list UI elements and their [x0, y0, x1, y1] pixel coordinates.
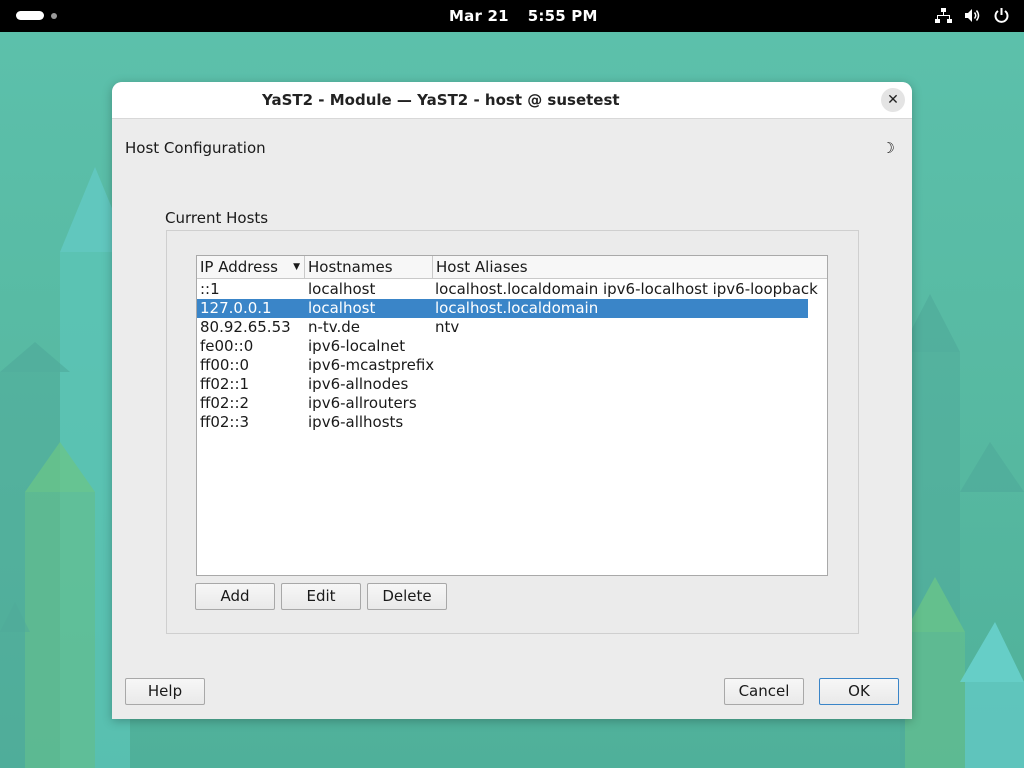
top-bar: Mar 21 5:55 PM	[0, 0, 1024, 32]
clock[interactable]: Mar 21 5:55 PM	[449, 7, 598, 25]
column-header-ip[interactable]: IP Address ▼	[197, 256, 305, 278]
network-icon[interactable]	[935, 7, 952, 24]
table-row[interactable]: ff02::1 ipv6-allnodes	[197, 375, 808, 394]
workspace-indicator-inactive	[51, 12, 57, 19]
cancel-button[interactable]: Cancel	[724, 678, 804, 705]
column-header-aliases[interactable]: Host Aliases	[433, 256, 827, 278]
cell-hostname: localhost	[308, 299, 376, 317]
table-row[interactable]: 80.92.65.53 n-tv.de ntv	[197, 318, 808, 337]
ok-button[interactable]: OK	[819, 678, 899, 705]
cell-ip: ff02::3	[200, 413, 250, 431]
table-row[interactable]: ::1 localhost localhost.localdomain ipv6…	[197, 280, 818, 299]
cell-hostname: ipv6-allrouters	[308, 394, 417, 412]
close-button[interactable]: ✕	[881, 88, 905, 112]
table-row[interactable]: fe00::0 ipv6-localnet	[197, 337, 808, 356]
workspace-indicator-active	[16, 11, 44, 20]
table-row[interactable]: ff00::0 ipv6-mcastprefix	[197, 356, 808, 375]
dialog-heading: Host Configuration	[125, 139, 266, 157]
edit-button[interactable]: Edit	[281, 583, 361, 610]
current-hosts-label: Current Hosts	[165, 209, 269, 227]
table-row[interactable]: ff02::2 ipv6-allrouters	[197, 394, 808, 413]
cell-aliases: localhost.localdomain	[435, 299, 599, 317]
add-button[interactable]: Add	[195, 583, 275, 610]
table-body: ::1 localhost localhost.localdomain ipv6…	[197, 280, 827, 432]
hosts-table[interactable]: IP Address ▼ Hostnames Host Aliases ::1 …	[196, 255, 828, 576]
power-icon[interactable]	[993, 7, 1010, 24]
help-button[interactable]: Help	[125, 678, 205, 705]
activities-button[interactable]	[16, 11, 57, 20]
cell-hostname: ipv6-allnodes	[308, 375, 409, 393]
column-header-hostnames[interactable]: Hostnames	[305, 256, 433, 278]
current-hosts-group: IP Address ▼ Hostnames Host Aliases ::1 …	[166, 230, 859, 634]
clock-date: Mar 21	[449, 7, 509, 25]
cell-ip: ::1	[200, 280, 220, 298]
sort-descending-icon: ▼	[293, 262, 300, 272]
clock-time: 5:55 PM	[527, 7, 598, 25]
delete-button[interactable]: Delete	[367, 583, 447, 610]
cell-hostname: ipv6-allhosts	[308, 413, 404, 431]
cell-ip: 127.0.0.1	[200, 299, 272, 317]
cell-ip: 80.92.65.53	[200, 318, 291, 336]
cell-ip: fe00::0	[200, 337, 254, 355]
cell-aliases: localhost.localdomain ipv6-localhost ipv…	[435, 280, 818, 298]
yast-window: YaST2 - Module — YaST2 - host @ susetest…	[112, 82, 912, 719]
cell-hostname: n-tv.de	[308, 318, 361, 336]
cell-hostname: ipv6-localnet	[308, 337, 406, 355]
moon-icon: ☽	[881, 139, 895, 157]
table-row-selected[interactable]: 127.0.0.1 localhost localhost.localdomai…	[197, 299, 808, 318]
cell-hostname: localhost	[308, 280, 376, 298]
system-tray[interactable]	[935, 7, 1010, 24]
cell-ip: ff02::2	[200, 394, 250, 412]
window-titlebar[interactable]: YaST2 - Module — YaST2 - host @ susetest…	[112, 82, 912, 119]
table-row[interactable]: ff02::3 ipv6-allhosts	[197, 413, 808, 432]
cell-ip: ff00::0	[200, 356, 250, 374]
close-icon: ✕	[887, 92, 899, 108]
volume-icon[interactable]	[964, 7, 981, 24]
window-title: YaST2 - Module — YaST2 - host @ susetest	[262, 91, 620, 109]
cell-aliases: ntv	[435, 318, 460, 336]
cell-hostname: ipv6-mcastprefix	[308, 356, 435, 374]
cell-ip: ff02::1	[200, 375, 250, 393]
table-header: IP Address ▼ Hostnames Host Aliases	[197, 256, 827, 279]
